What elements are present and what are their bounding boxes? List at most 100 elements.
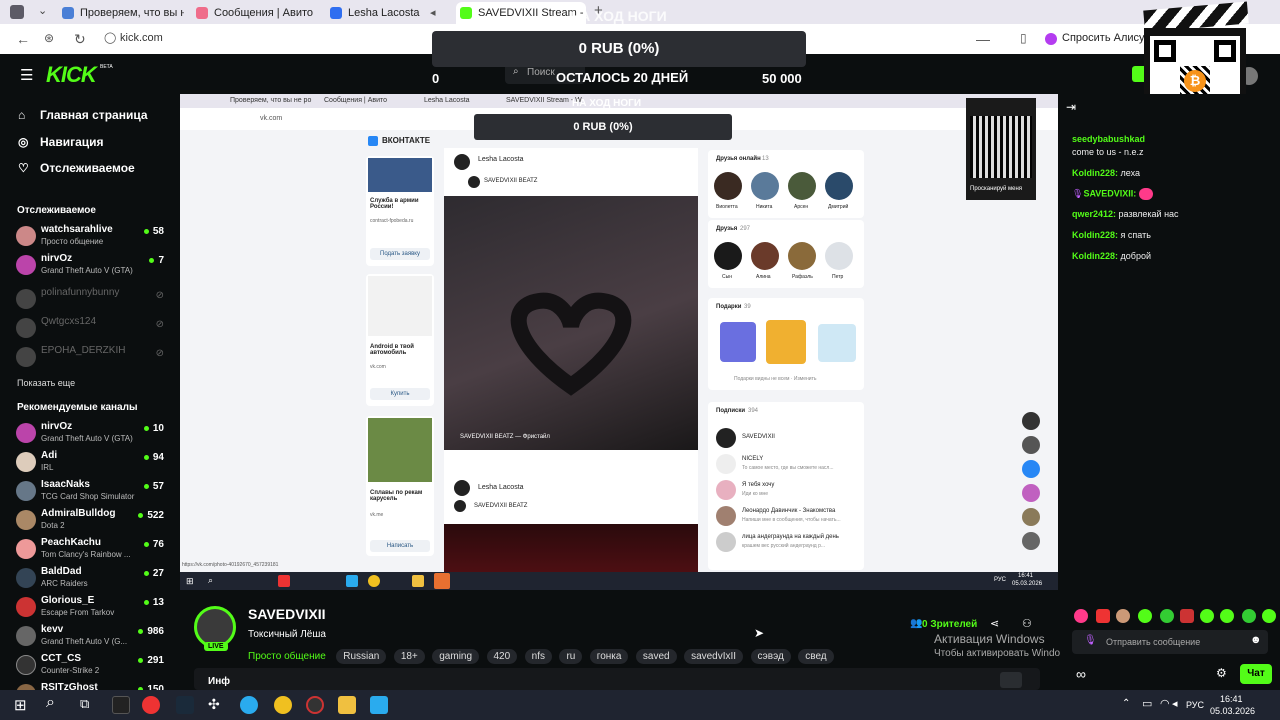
share-icon[interactable]: ⋖ xyxy=(990,617,999,630)
gift-image[interactable] xyxy=(818,324,856,362)
search-icon[interactable]: ⌕ xyxy=(46,694,55,712)
tag[interactable]: свед xyxy=(798,649,834,664)
url-field[interactable]: kick.com xyxy=(120,32,163,44)
followed-channel-qwtgcxs124[interactable]: Qwtgcxs124 ⊘ xyxy=(16,316,166,344)
sub-title[interactable]: Леонардо Давинчик - Знакомства xyxy=(742,508,835,514)
browser-tab-kick[interactable]: SAVEDVIXII Stream - W xyxy=(456,2,586,24)
emote-icon[interactable] xyxy=(1138,609,1152,623)
back-icon[interactable]: ← xyxy=(16,31,30,47)
obs-icon[interactable] xyxy=(306,696,324,714)
sub-title[interactable]: SAVEDVIXII xyxy=(742,434,775,440)
recommended-channel[interactable]: AdmiralBulldog Dota 2 522 xyxy=(16,508,166,536)
show-more-link[interactable]: Показать еще xyxy=(17,378,75,388)
avatar[interactable] xyxy=(751,242,779,270)
chat-send-button[interactable]: Чат xyxy=(1240,664,1272,684)
vk-messenger-icon[interactable] xyxy=(1022,484,1040,502)
emote-icon[interactable] xyxy=(1160,609,1174,623)
vk-messenger-icon[interactable] xyxy=(1022,436,1040,454)
emote-icon[interactable] xyxy=(1200,609,1214,623)
tray-chevron-icon[interactable]: ⌃ xyxy=(1122,698,1130,709)
followed-channel-watchsarahlive[interactable]: watchsarahlive Просто общение 58 xyxy=(16,224,166,252)
followed-channel-nirvoz[interactable]: nirvOz Grand Theft Auto V (GTA) 7 xyxy=(16,253,166,281)
ad-button[interactable]: Написать xyxy=(370,540,430,552)
minimize-icon[interactable]: — xyxy=(976,31,990,47)
emote-icon[interactable] xyxy=(1074,609,1088,623)
browser-tab-avito[interactable]: Сообщения | Авито xyxy=(192,2,318,24)
nav-browse[interactable]: ◎ Навигация xyxy=(18,135,104,149)
avatar[interactable] xyxy=(714,242,742,270)
gift-image[interactable] xyxy=(766,320,806,364)
emote-icon[interactable] xyxy=(1220,609,1234,623)
app-icon[interactable] xyxy=(176,696,194,714)
tag[interactable]: гонка xyxy=(589,649,629,664)
bookmark-icon[interactable]: ▯ xyxy=(1020,31,1027,45)
browser-tab-captcha[interactable]: Проверяем, что вы не ро xyxy=(58,2,184,24)
network-icon[interactable]: ▭ xyxy=(1142,697,1152,710)
reload-icon[interactable]: ↻ xyxy=(74,31,86,48)
ad-card[interactable]: Android в твой автомобиль vk.com Купить xyxy=(366,274,434,406)
nav-home[interactable]: ⌂ Главная страница xyxy=(18,108,148,122)
post-photo[interactable]: SAVEDVIXII BEATZ — Фристайл xyxy=(444,196,698,450)
tag[interactable]: сэвэд xyxy=(750,649,791,664)
menu-icon[interactable]: ☰ xyxy=(20,66,33,84)
recommended-channel[interactable]: CCT_CS Counter-Strike 2 291 xyxy=(16,653,166,681)
chat-username[interactable]: Koldin228: xyxy=(1072,230,1118,240)
settings-icon[interactable]: ⚙ xyxy=(1216,666,1227,680)
kick-logo[interactable]: KICK xyxy=(46,62,97,88)
telegram-icon[interactable] xyxy=(240,696,258,714)
app-icon[interactable]: ✣ xyxy=(208,696,226,714)
chevron-down-icon[interactable]: ⌄ xyxy=(38,4,47,17)
recommended-channel[interactable]: nirvOz Grand Theft Auto V (GTA) 10 xyxy=(16,421,166,449)
vk-messenger-icon[interactable] xyxy=(1022,412,1040,430)
alisa-icon[interactable] xyxy=(1045,33,1057,45)
recommended-channel[interactable]: Adi IRL 94 xyxy=(16,450,166,478)
vk-messenger-icon[interactable] xyxy=(1022,532,1040,550)
chat-username[interactable]: qwer2412: xyxy=(1072,209,1116,219)
yandex-browser-icon[interactable] xyxy=(142,696,160,714)
followed-channel-epoha[interactable]: EPOHA_DERZKIH ⊘ xyxy=(16,345,166,373)
avatar[interactable] xyxy=(788,172,816,200)
ad-button[interactable]: Подать заявку xyxy=(370,248,430,260)
browser-tab-vk[interactable]: Lesha Lacosta ◂ xyxy=(326,2,446,24)
collapse-chat-icon[interactable]: ⇥ xyxy=(1066,100,1076,114)
gift-image[interactable] xyxy=(720,322,756,362)
chat-input[interactable]: 🎙 Отправить сообщение ☻ xyxy=(1072,630,1268,654)
vk-messenger-icon[interactable] xyxy=(1022,508,1040,526)
clock-date[interactable]: 05.03.2026 xyxy=(1210,706,1255,716)
emote-icon[interactable] xyxy=(1096,609,1110,623)
emoji-icon[interactable]: ☻ xyxy=(1250,634,1262,646)
video-player[interactable]: Проверяем, что вы не ро Сообщения | Авит… xyxy=(180,94,1058,590)
avatar[interactable] xyxy=(788,242,816,270)
tag[interactable]: Russian xyxy=(336,649,387,664)
infinity-icon[interactable]: ∞ xyxy=(1076,666,1086,682)
chat-username[interactable]: SAVEDVIXII: xyxy=(1083,188,1136,198)
tag[interactable]: nfs xyxy=(524,649,552,664)
recommended-channel[interactable]: IsaacNaks TCG Card Shop Simulator 57 xyxy=(16,479,166,507)
telegram-icon[interactable] xyxy=(370,696,388,714)
ad-card[interactable]: Сплавы по рекам карусель vk.me Написать xyxy=(366,416,434,556)
followed-channel-polinafunnybunny[interactable]: polinafunnybunny ⊘ xyxy=(16,287,166,315)
category-link[interactable]: Просто общение xyxy=(248,651,326,662)
follow-icon[interactable]: ⚇ xyxy=(1022,617,1032,630)
emote-icon[interactable] xyxy=(1116,609,1130,623)
recommended-channel[interactable]: kevv Grand Theft Auto V (G... 986 xyxy=(16,624,166,652)
sub-title[interactable]: лица андеграунда на каждый день xyxy=(742,534,839,540)
sub-title[interactable]: Я тебя хочу xyxy=(742,482,774,488)
wifi-icon[interactable]: ◠ xyxy=(1160,697,1170,710)
emote-icon[interactable] xyxy=(1262,609,1276,623)
avatar[interactable] xyxy=(825,172,853,200)
clock-time[interactable]: 16:41 xyxy=(1220,694,1243,704)
avatar[interactable] xyxy=(751,172,779,200)
speaker-icon[interactable]: ◂ xyxy=(430,2,436,24)
emote-icon[interactable] xyxy=(1180,609,1194,623)
streamer-name[interactable]: SAVEDVIXII xyxy=(248,606,326,622)
recommended-channel[interactable]: PeachKachu Tom Clancy's Rainbow ... 76 xyxy=(16,537,166,565)
tab-switch-icon[interactable] xyxy=(10,5,24,19)
task-view-icon[interactable]: ⧉ xyxy=(80,696,89,712)
volume-icon[interactable]: ◂ xyxy=(1172,697,1178,710)
chat-username[interactable]: seedybabushkad xyxy=(1072,134,1145,144)
vk-messenger-icon[interactable] xyxy=(1022,460,1040,478)
avatar[interactable] xyxy=(714,172,742,200)
expand-icon[interactable] xyxy=(1000,672,1022,688)
recommended-channel[interactable]: Glorious_E Escape From Tarkov 13 xyxy=(16,595,166,623)
